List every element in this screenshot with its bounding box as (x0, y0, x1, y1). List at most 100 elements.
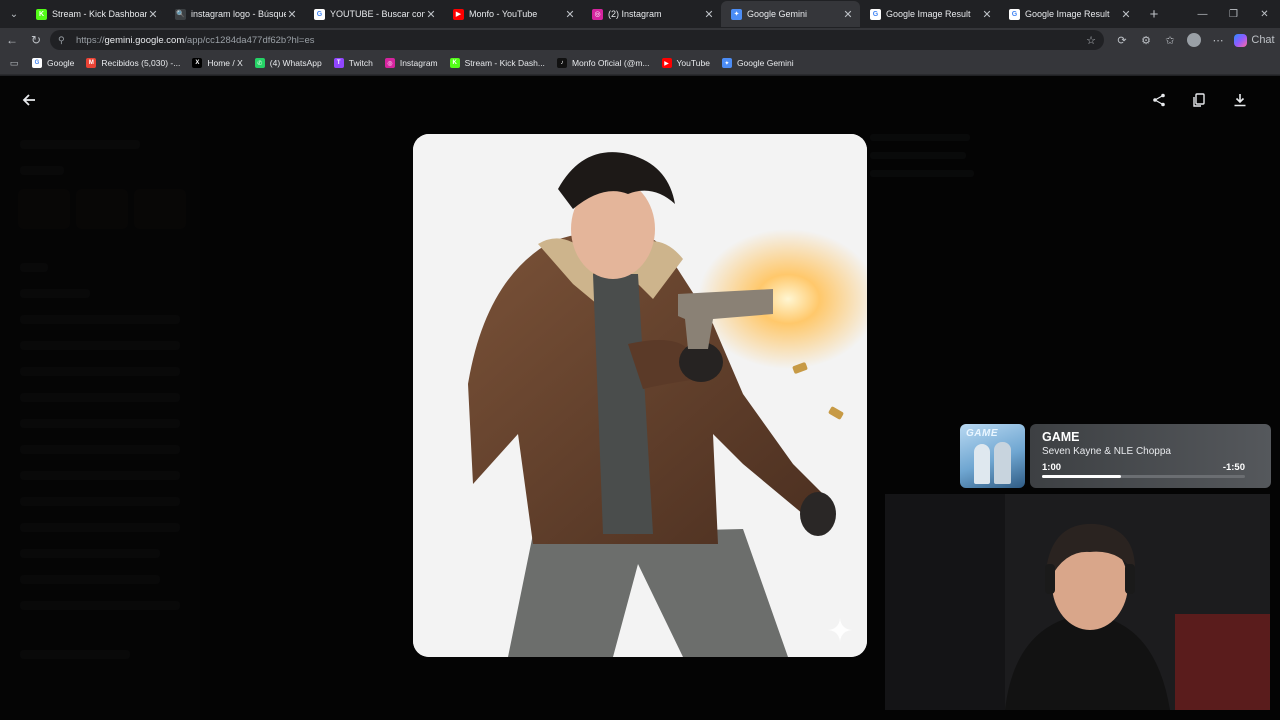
bookmark-label: Monfo Oficial (@m... (571, 58, 650, 68)
close-tab-icon[interactable]: ✕ (286, 8, 298, 21)
bookmark-gemini[interactable]: ✦ Google Gemini (716, 53, 800, 73)
copy-icon (1193, 93, 1205, 107)
bookmark-twitch[interactable]: T Twitch (328, 53, 379, 73)
bookmark-gmail[interactable]: M Recibidos (5,030) -... (80, 53, 186, 73)
tab-title: YOUTUBE - Buscar con Goo (330, 9, 425, 19)
gemini-icon: ✦ (731, 8, 742, 20)
bookmark-label: Stream - Kick Dash... (464, 58, 545, 68)
site-info-icon[interactable]: ⚲ (58, 35, 70, 46)
google-icon: G (1009, 8, 1020, 20)
browser-toolbar: ← ↻ ⚲ https://gemini.google.com/app/cc12… (0, 28, 1280, 52)
bookmark-star-icon[interactable]: ☆ (1086, 34, 1096, 47)
track-progress-bar (1042, 475, 1245, 478)
tab-search-1[interactable]: 🔍 instagram logo - Búsqueda✕ (165, 1, 304, 27)
tab-search-button[interactable]: ⌄ (2, 2, 26, 26)
kick-icon: K (36, 8, 47, 20)
copilot-label: Chat (1251, 34, 1275, 46)
close-tab-icon[interactable]: ✕ (981, 8, 993, 21)
bookmark-label: Home / X (207, 58, 243, 68)
minimize-button[interactable]: — (1187, 0, 1218, 28)
tab-strip: ⌄ K Stream - Kick Dashboard ✕ 🔍 instagram lo… (0, 0, 1280, 28)
tab-google-7[interactable]: G Google Image Result ✕ (999, 1, 1138, 27)
generated-image-graphic (413, 134, 867, 657)
bookmark-youtube[interactable]: ▶ YouTube (656, 53, 716, 73)
album-art: GAME (960, 424, 1025, 488)
copy-image-button[interactable] (1187, 88, 1211, 112)
bookmark-label: Twitch (348, 58, 373, 68)
track-progress-fill (1042, 475, 1122, 478)
close-tab-icon[interactable]: ✕ (425, 8, 437, 21)
share-button[interactable] (1147, 88, 1171, 112)
bookmark-label: (4) WhatsApp (269, 58, 322, 68)
tab-kick-0[interactable]: K Stream - Kick Dashboard ✕ (26, 1, 165, 27)
bookmark-tiktok[interactable]: ♪ Monfo Oficial (@m... (551, 53, 656, 73)
tab-list: K Stream - Kick Dashboard ✕ 🔍 instagram logo… (26, 1, 1138, 27)
download-button[interactable] (1228, 88, 1252, 112)
address-bar[interactable]: ⚲ https://gemini.google.com/app/cc1284da… (50, 30, 1104, 50)
close-tab-icon[interactable]: ✕ (842, 8, 854, 21)
arrow-back-icon (22, 94, 35, 106)
tab-title: Google Image Result (886, 9, 971, 19)
more-menu-icon[interactable]: ⋯ (1206, 34, 1230, 47)
bookmark-x[interactable]: X Home / X (186, 53, 248, 73)
bookmark-label: Google (47, 58, 75, 68)
favorites-icon[interactable]: ✩ (1158, 34, 1182, 47)
close-tab-icon[interactable]: ✕ (1120, 8, 1132, 21)
youtube-icon: ▶ (453, 8, 464, 20)
close-tab-icon[interactable]: ✕ (564, 8, 576, 21)
bookmark-label: Instagram (399, 58, 438, 68)
tab-instagram-4[interactable]: ◎ (2) Instagram ✕ (582, 1, 721, 27)
close-tab-icon[interactable]: ✕ (147, 8, 159, 21)
bookmark-kick[interactable]: K Stream - Kick Dash... (444, 53, 551, 73)
copilot-icon (1234, 33, 1247, 47)
track-artist: Seven Kayne & NLE Choppa (1042, 446, 1171, 457)
extensions-icon[interactable]: ⚙ (1134, 34, 1158, 47)
tab-google-6[interactable]: G Google Image Result ✕ (860, 1, 999, 27)
x-icon: X (192, 58, 203, 68)
youtube-icon: ▶ (661, 58, 672, 68)
tiktok-icon: ♪ (556, 58, 567, 68)
bookmarks-bar: ▭ G Google M Recibidos (5,030) -... X Home / … (0, 52, 1280, 75)
window-controls: — ❐ ✕ (1187, 0, 1280, 28)
tab-title: (2) Instagram (608, 9, 662, 19)
share-icon (1153, 93, 1165, 107)
tab-title: instagram logo - Búsqueda (191, 9, 286, 19)
back-button[interactable]: ← (0, 29, 24, 51)
instagram-icon: ◎ (592, 8, 603, 20)
tab-title: Google Image Result (1025, 9, 1110, 19)
tab-google-2[interactable]: G YOUTUBE - Buscar con Goo✕ (304, 1, 443, 27)
bookmark-whatsapp[interactable]: ✆ (4) WhatsApp (249, 53, 328, 73)
close-window-button[interactable]: ✕ (1249, 0, 1280, 28)
bookmark-google[interactable]: G Google (26, 53, 80, 73)
new-tab-button[interactable]: + (1142, 6, 1166, 23)
search-icon: 🔍 (175, 8, 186, 20)
url-text: https://gemini.google.com/app/cc1284da47… (76, 34, 315, 46)
bookmark-instagram[interactable]: ◎ Instagram (379, 53, 444, 73)
elapsed-time: 1:00 (1042, 462, 1062, 473)
google-icon: G (32, 58, 42, 68)
google-icon: G (870, 8, 881, 20)
reading-view-icon[interactable]: ▭ (6, 58, 22, 69)
instagram-icon: ◎ (384, 58, 395, 68)
tab-title: Google Gemini (747, 9, 808, 19)
webcam-feed (885, 494, 1270, 710)
album-art-title: GAME (966, 428, 998, 439)
profile-avatar[interactable] (1187, 33, 1201, 47)
bookmark-list: G Google M Recibidos (5,030) -... X Home / X ✆… (26, 53, 800, 73)
generated-image[interactable] (413, 134, 867, 657)
tab-youtube-3[interactable]: ▶ Monfo - YouTube ✕ (443, 1, 582, 27)
reload-button[interactable]: ↻ (24, 29, 48, 51)
download-icon (1234, 94, 1246, 107)
maximize-button[interactable]: ❐ (1218, 0, 1249, 28)
close-tab-icon[interactable]: ✕ (703, 8, 715, 21)
viewer-back-button[interactable] (17, 88, 41, 112)
twitch-icon: T (333, 58, 344, 68)
refresh-extension-icon[interactable]: ⟳ (1110, 34, 1134, 47)
copilot-button[interactable]: Chat (1234, 33, 1275, 47)
gemini-icon: ✦ (721, 58, 732, 68)
tab-gemini-5[interactable]: ✦ Google Gemini ✕ (721, 1, 860, 27)
bookmark-label: Recibidos (5,030) -... (101, 58, 181, 68)
gmail-icon: M (86, 58, 97, 68)
kick-icon: K (449, 58, 460, 68)
remaining-time: -1:50 (1222, 462, 1245, 473)
